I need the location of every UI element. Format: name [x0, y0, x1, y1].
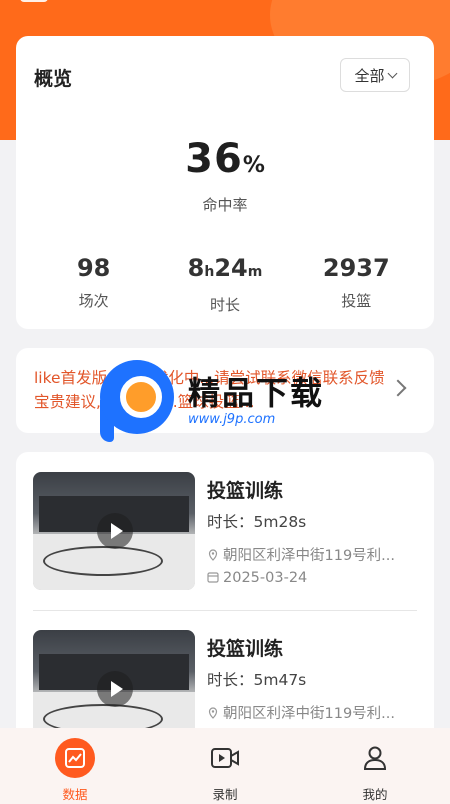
record-location-text: 朝阳区利泽中街119号利...: [223, 706, 396, 722]
record-location-text: 朝阳区利泽中街119号利...: [223, 548, 396, 564]
duration-hours: 8: [187, 254, 205, 282]
watermark-url: www.j9p.com: [188, 412, 276, 427]
list-item[interactable]: 投篮训练 时长：5m28s 朝阳区利泽中街119号利... 2025-03-24: [33, 472, 417, 612]
record-date: 2025-03-24: [207, 570, 307, 586]
user-icon: [355, 738, 395, 778]
filter-label: 全部: [354, 66, 385, 85]
tab-profile-label: 我的: [362, 787, 388, 802]
stat-duration-label: 时长: [209, 296, 240, 314]
location-pin-icon: [208, 707, 218, 719]
calendar-icon: [207, 572, 219, 583]
record-duration: 时长：5m47s: [207, 671, 307, 689]
filter-dropdown[interactable]: 全部: [340, 58, 410, 92]
hit-rate-value: 36: [185, 136, 243, 182]
stat-duration-value: 8h24m: [165, 252, 285, 288]
tab-data[interactable]: 数据: [25, 728, 125, 804]
play-icon[interactable]: [97, 513, 133, 549]
hit-rate-unit: %: [242, 153, 265, 178]
chart-icon: [55, 738, 95, 778]
divider: [33, 610, 417, 611]
location-pin-icon: [208, 549, 218, 561]
status-indicator: [20, 0, 48, 2]
record-location: 朝阳区利泽中街119号利...: [207, 702, 395, 723]
tab-data-label: 数据: [62, 787, 88, 802]
duration-minutes-unit: m: [247, 264, 263, 280]
tab-record[interactable]: 录制: [175, 728, 275, 804]
overview-title: 概览: [34, 68, 73, 90]
play-icon[interactable]: [97, 671, 133, 707]
stat-shots-label: 投篮: [341, 292, 372, 310]
chevron-down-icon: [387, 68, 397, 78]
stat-sessions-value: 98: [76, 254, 111, 282]
record-location: 朝阳区利泽中街119号利...: [207, 544, 395, 565]
watermark-title: 精品下载: [188, 374, 325, 412]
records-list: 投篮训练 时长：5m28s 朝阳区利泽中街119号利... 2025-03-24…: [16, 452, 434, 752]
stat-shots-value: 2937: [322, 254, 390, 282]
tab-record-label: 录制: [212, 787, 238, 802]
bottom-tab-bar: 数据 录制 我的: [0, 728, 450, 804]
record-date-text: 2025-03-24: [223, 570, 308, 586]
overview-card: 概览 全部 36% 命中率 98 场次 8h24m 时长 2937 投篮: [16, 36, 434, 329]
video-thumbnail[interactable]: [33, 472, 195, 590]
record-duration: 时长：5m28s: [207, 513, 307, 531]
duration-minutes: 24: [214, 254, 248, 282]
stats-row: 98 场次 8h24m 时长 2937 投篮: [16, 252, 434, 315]
stat-shots: 2937 投篮: [296, 252, 416, 315]
hit-rate-label: 命中率: [202, 196, 248, 214]
watermark: 精品下载 www.j9p.com: [100, 360, 360, 444]
thumbnail-court-line: [43, 546, 163, 576]
hit-rate: 36%: [16, 136, 434, 182]
record-title: 投篮训练: [207, 480, 284, 502]
stat-sessions-label: 场次: [78, 292, 109, 310]
stat-duration: 8h24m 时长: [165, 252, 285, 315]
watermark-logo-icon: [100, 360, 174, 434]
duration-hours-unit: h: [204, 264, 215, 280]
record-title: 投篮训练: [207, 638, 284, 660]
video-icon: [205, 738, 245, 778]
stat-sessions: 98 场次: [34, 252, 154, 315]
tab-profile[interactable]: 我的: [325, 728, 425, 804]
